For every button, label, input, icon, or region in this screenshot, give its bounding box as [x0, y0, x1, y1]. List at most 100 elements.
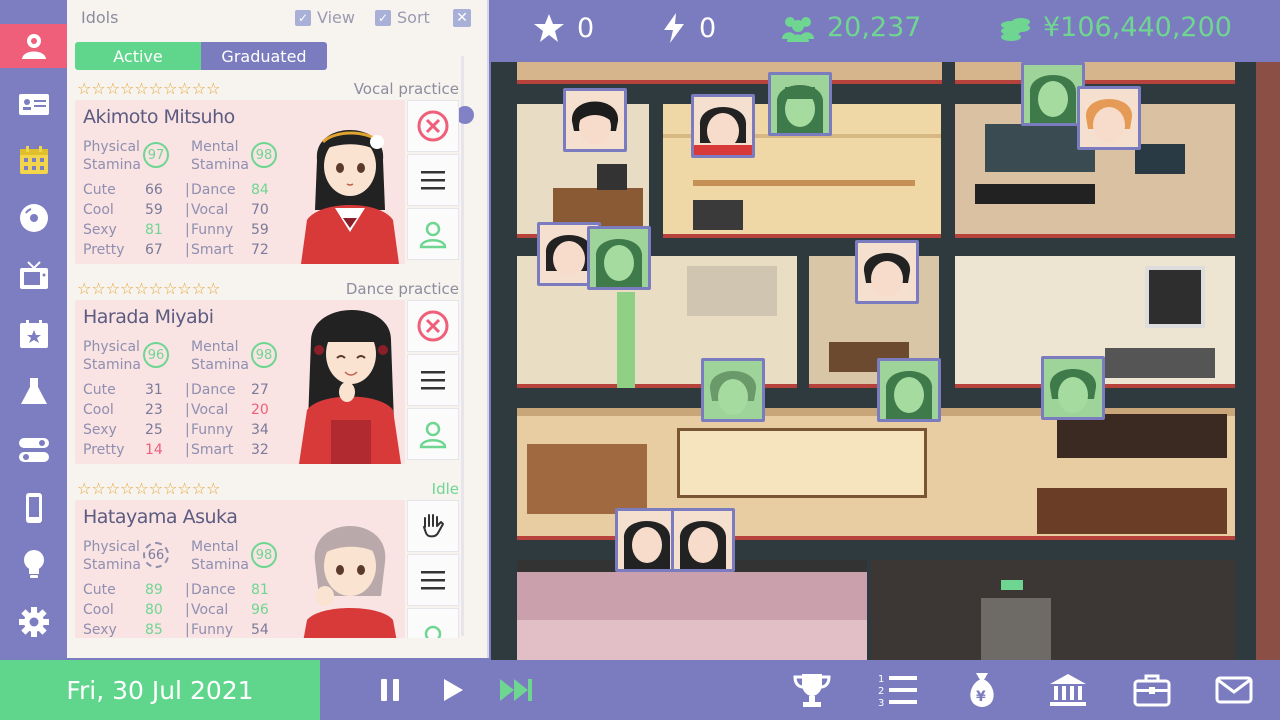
idol-face-marker[interactable] [587, 226, 651, 290]
sidebar-phone-button[interactable] [0, 486, 67, 530]
close-icon: ✕ [456, 10, 468, 26]
mental-stamina-value: 98 [251, 142, 277, 168]
idol-face-marker[interactable] [1041, 356, 1105, 420]
current-date: Fri, 30 Jul 2021 [0, 660, 320, 720]
play-button[interactable] [430, 668, 474, 712]
idol-profile-button[interactable] [407, 608, 459, 638]
person-icon [419, 421, 447, 449]
circle-icon [424, 625, 442, 638]
business-button[interactable] [1130, 668, 1174, 712]
stat-row: Pretty 14 | Smart 32 [83, 442, 269, 458]
main-sidebar [0, 0, 67, 660]
sidebar-staff-button[interactable] [0, 82, 67, 126]
room-partial[interactable] [517, 62, 942, 84]
hand-icon [423, 514, 444, 538]
bottom-bar: Fri, 30 Jul 2021 123 ¥ [0, 660, 1280, 720]
sidebar-policies-button[interactable] [0, 428, 67, 472]
idol-face-marker[interactable] [691, 94, 755, 158]
stat-row: Cool 59 | Vocal 70 [83, 202, 269, 218]
bank-icon [1050, 674, 1086, 706]
fast-forward-button[interactable] [494, 668, 538, 712]
sort-toggle[interactable]: ✓ Sort [375, 8, 430, 27]
idol-icon [21, 34, 46, 59]
flask-icon [20, 378, 47, 404]
idol-menu-button[interactable] [407, 554, 459, 606]
idol-face-marker[interactable] [1077, 86, 1141, 150]
room-theater[interactable] [517, 560, 867, 660]
stars-counter[interactable]: 0 [533, 12, 594, 44]
sidebar-idols-button[interactable] [0, 24, 67, 68]
stat-row: Cute 89 | Dance 81 [83, 582, 269, 598]
idol-card[interactable]: ☆☆☆☆☆☆☆☆☆☆ Idle Hatayama Asuka Physical S… [75, 480, 459, 638]
pause-button[interactable] [368, 668, 412, 712]
idol-card-body: Hatayama Asuka Physical Stamina 66 Mental… [75, 500, 405, 638]
room-partial[interactable] [955, 62, 1235, 84]
view-toggle[interactable]: ✓ View [295, 8, 355, 27]
sort-label: Sort [397, 8, 430, 27]
sidebar-schedule-button[interactable] [0, 138, 67, 182]
tab-graduated[interactable]: Graduated [201, 42, 327, 70]
idol-face-marker[interactable] [701, 358, 765, 422]
sidebar-events-button[interactable] [0, 312, 67, 356]
svg-text:2: 2 [878, 686, 884, 697]
sidebar-music-button[interactable] [0, 196, 67, 240]
money-counter[interactable]: ¥106,440,200 [999, 12, 1232, 43]
bank-button[interactable] [1046, 668, 1090, 712]
event-calendar-icon [19, 320, 48, 348]
cancel-circle-icon [417, 110, 449, 142]
fire-idol-button[interactable] [407, 100, 459, 152]
idol-face-marker[interactable] [768, 72, 832, 136]
idol-actions [405, 280, 459, 460]
rankings-button[interactable]: 123 [876, 668, 920, 712]
profile-card-icon [18, 94, 49, 115]
idol-portrait [301, 130, 399, 264]
idols-panel: Idols ✓ View ✓ Sort ✕ Active Graduated ☆… [67, 0, 489, 658]
sidebar-tips-button[interactable] [0, 542, 67, 586]
mental-stamina-value: 98 [251, 542, 277, 568]
idol-menu-button[interactable] [407, 354, 459, 406]
panel-scrollbar[interactable] [461, 56, 464, 636]
idol-name: Akimoto Mitsuho [83, 106, 235, 128]
idol-face-marker[interactable] [877, 358, 941, 422]
idol-portrait [299, 310, 401, 464]
mental-stamina-label: Mental Stamina [191, 539, 249, 573]
lightbulb-icon [23, 550, 44, 578]
idol-face-marker[interactable] [671, 508, 735, 572]
trophy-icon [793, 674, 831, 707]
person-icon [419, 221, 447, 249]
idol-profile-button[interactable] [407, 408, 459, 460]
idol-profile-button[interactable] [407, 208, 459, 260]
room-hallway[interactable] [871, 560, 1235, 660]
star-rating: ☆☆☆☆☆☆☆☆☆☆ [77, 480, 221, 498]
sidebar-research-button[interactable] [0, 370, 67, 414]
energy-value: 0 [699, 12, 717, 44]
sidebar-settings-button[interactable] [0, 600, 67, 644]
idol-name: Harada Miyabi [83, 306, 214, 328]
check-icon: ✓ [295, 9, 311, 26]
tab-active[interactable]: Active [75, 42, 201, 70]
energy-counter[interactable]: 0 [661, 12, 716, 44]
fire-idol-button[interactable] [407, 300, 459, 352]
building-view[interactable] [491, 62, 1280, 660]
disc-icon [19, 204, 48, 232]
fans-group-icon [782, 16, 814, 42]
stat-row: Pretty 67 | Smart 72 [83, 242, 269, 258]
mail-button[interactable] [1212, 668, 1256, 712]
achievements-button[interactable] [790, 668, 834, 712]
idol-face-marker[interactable] [855, 240, 919, 304]
idol-menu-button[interactable] [407, 154, 459, 206]
stat-row: Cool 80 | Vocal 96 [83, 602, 269, 618]
idle-hand-button[interactable] [407, 500, 459, 552]
fans-counter[interactable]: 20,237 [781, 12, 921, 43]
sidebar-media-button[interactable] [0, 254, 67, 298]
stat-row: Sexy 81 | Funny 59 [83, 222, 269, 238]
fast-forward-icon [500, 679, 532, 701]
finances-button[interactable]: ¥ [960, 668, 1004, 712]
idol-face-marker[interactable] [563, 88, 627, 152]
idol-face-marker[interactable] [615, 508, 679, 572]
idol-card[interactable]: ☆☆☆☆☆☆☆☆☆☆ Dance practice Harada Miyabi … [75, 280, 459, 466]
idol-face-marker[interactable] [1021, 62, 1085, 126]
idol-card[interactable]: ☆☆☆☆☆☆☆☆☆☆ Vocal practice Akimoto Mitsuh… [75, 80, 459, 266]
hamburger-icon [421, 371, 445, 390]
close-panel-button[interactable]: ✕ [453, 9, 471, 27]
